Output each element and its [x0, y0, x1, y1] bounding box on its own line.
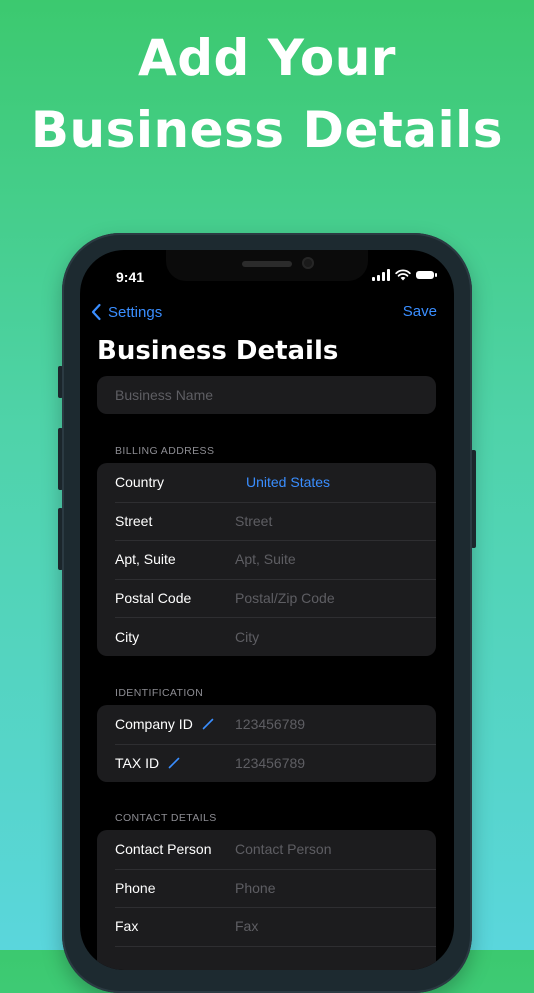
contact-person-label: Contact Person [115, 841, 212, 858]
street-row[interactable]: Street Street [97, 501, 436, 541]
country-label: Country [115, 474, 165, 491]
postal-code-input[interactable]: Postal/Zip Code [235, 590, 335, 606]
tax-id-input[interactable]: 123456789 [235, 755, 305, 771]
fax-row[interactable]: Fax Fax [97, 907, 436, 946]
headline-line-1: Add Your [138, 29, 396, 87]
contact-person-row[interactable]: Contact Person Contact Person [97, 830, 436, 869]
postal-code-label: Postal Code [115, 590, 192, 607]
street-input[interactable]: Street [235, 513, 272, 529]
save-button[interactable]: Save [403, 301, 437, 323]
city-input[interactable]: City [235, 629, 259, 645]
wifi-icon [395, 269, 411, 281]
country-row[interactable]: Country United States [97, 463, 436, 502]
list-item [97, 945, 436, 970]
status-time: 9:41 [116, 269, 145, 285]
notch [166, 250, 368, 281]
pencil-icon[interactable] [168, 757, 180, 769]
contact-details-group: Contact Person Contact Person Phone Phon… [97, 830, 436, 970]
country-value[interactable]: United States [246, 474, 330, 490]
chevron-left-icon [91, 303, 101, 321]
identification-group: Company ID 123456789 TAX ID 123456789 [97, 705, 436, 783]
back-button-label: Settings [108, 303, 163, 321]
pencil-icon[interactable] [202, 718, 214, 730]
page-title: Business Details [97, 336, 339, 366]
apt-suite-row[interactable]: Apt, Suite Apt, Suite [97, 540, 436, 579]
tax-id-label: TAX ID [115, 754, 160, 771]
company-id-input[interactable]: 123456789 [235, 716, 305, 732]
phone-label: Phone [115, 879, 156, 896]
identification-header: IDENTIFICATION [115, 687, 204, 699]
contact-details-header: CONTACT DETAILS [115, 812, 217, 824]
postal-code-row[interactable]: Postal Code Postal/Zip Code [97, 578, 436, 618]
promo-headline: Add Your Business Details [0, 22, 534, 166]
company-id-row[interactable]: Company ID 123456789 [97, 705, 436, 744]
fax-label: Fax [115, 918, 139, 935]
cellular-signal-icon [372, 269, 390, 281]
city-row[interactable]: City City [97, 617, 436, 656]
company-id-label: Company ID [115, 716, 193, 733]
business-name-field[interactable]: Business Name [97, 376, 436, 414]
contact-person-input[interactable]: Contact Person [235, 841, 332, 857]
phone-input[interactable]: Phone [235, 880, 275, 896]
battery-icon [416, 271, 437, 279]
street-label: Street [115, 512, 153, 529]
speaker-grille [242, 261, 292, 267]
front-camera [302, 257, 314, 269]
fax-input[interactable]: Fax [235, 918, 258, 934]
billing-address-header: BILLING ADDRESS [115, 445, 215, 457]
phone-screen: 9:41 Settings Save Business Details Busi… [80, 250, 454, 970]
tax-id-row[interactable]: TAX ID 123456789 [97, 743, 436, 783]
back-button[interactable]: Settings [90, 301, 162, 323]
business-name-placeholder: Business Name [115, 387, 214, 403]
billing-address-group: Country United States Street Street Apt,… [97, 463, 436, 656]
apt-suite-label: Apt, Suite [115, 551, 176, 568]
headline-line-2: Business Details [30, 101, 504, 159]
city-label: City [115, 628, 140, 645]
phone-row[interactable]: Phone Phone [97, 868, 436, 908]
apt-suite-input[interactable]: Apt, Suite [235, 551, 296, 567]
